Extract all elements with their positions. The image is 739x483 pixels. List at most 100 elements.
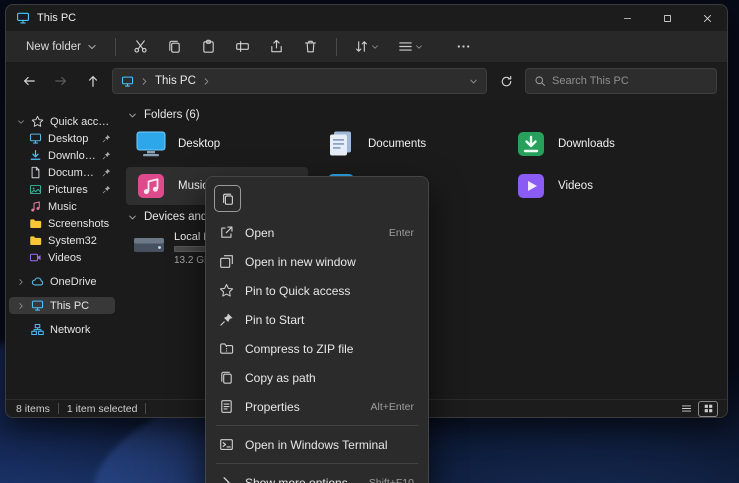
pin-icon [102,134,111,143]
hard-drive-icon [132,231,166,259]
context-menu-item-copy-as-path[interactable]: Copy as path [206,363,428,392]
menu-separator [216,425,418,426]
sidebar-item-label: Network [50,324,111,336]
details-view-button[interactable] [677,402,695,416]
command-bar: New folder [6,31,727,63]
star-icon [31,115,44,128]
new-folder-button[interactable]: New folder [18,37,105,57]
chevron-right-icon [140,77,149,86]
properties-icon [219,399,234,414]
context-menu-item-pin-to-start[interactable]: Pin to Start [206,305,428,334]
close-button[interactable] [687,5,727,31]
sidebar-item-label: Quick access [50,116,111,128]
menu-item-shortcut: Enter [389,227,414,239]
sidebar-item-documents[interactable]: Documents [9,164,115,181]
chevron-down-icon[interactable] [17,118,25,126]
monitor-icon [31,299,44,312]
chevron-right-icon[interactable] [17,302,25,310]
more-options-button[interactable] [449,35,479,59]
sidebar-item-label: Videos [48,252,111,264]
context-menu-item-show-more-options[interactable]: Show more options Shift+F10 [206,468,428,483]
context-menu-item-compress-to-zip[interactable]: Compress to ZIP file [206,334,428,363]
context-menu-item-pin-to-quick-access[interactable]: Pin to Quick access [206,276,428,305]
new-folder-label: New folder [26,41,81,53]
folder-tile-downloads[interactable]: Downloads [506,125,688,163]
chevron-right-icon[interactable] [17,278,25,286]
folder-tile-documents[interactable]: Documents [316,125,498,163]
status-separator [145,403,146,414]
sidebar-item-music[interactable]: Music [9,198,115,215]
address-dropdown-icon[interactable] [469,77,478,86]
sidebar-item-onedrive[interactable]: OneDrive [9,273,115,290]
rename-button[interactable] [228,35,258,59]
document-icon [29,166,42,179]
breadcrumb[interactable]: This PC [155,75,196,87]
folder-name: Music [178,180,208,192]
folder-tile-desktop[interactable]: Desktop [126,125,308,163]
sidebar-item-videos[interactable]: Videos [9,249,115,266]
context-menu-item-open-in-new-window[interactable]: Open in new window [206,247,428,276]
new-window-icon [219,254,234,269]
pin-icon [102,168,111,177]
icons-view-button[interactable] [699,402,717,416]
share-button[interactable] [262,35,292,59]
sidebar-item-this-pc[interactable]: This PC [9,297,115,314]
cut-icon [133,39,148,54]
minimize-button[interactable] [607,5,647,31]
context-menu-item-open-in-windows-terminal[interactable]: Open in Windows Terminal [206,430,428,459]
pin-icon [219,283,234,298]
toolbar-separator [336,38,337,56]
pin-icon [102,185,111,194]
menu-item-label: Open in new window [245,255,403,269]
sidebar-item-system32[interactable]: System32 [9,232,115,249]
arrow-up-icon [86,74,100,88]
view-button[interactable] [391,35,431,59]
chevron-down-icon [128,111,137,120]
show-more-icon [219,475,234,483]
list-view-icon [681,403,692,414]
forward-button[interactable] [48,68,74,94]
documents-icon [324,130,358,158]
this-pc-icon [121,75,134,88]
arrow-right-icon [54,74,68,88]
sidebar-item-label: Screenshots [48,218,111,230]
monitor-icon [29,132,42,145]
sidebar-item-downloads[interactable]: Downloads [9,147,115,164]
cut-button[interactable] [126,35,156,59]
address-bar[interactable]: This PC [112,68,487,94]
music-note-icon [29,200,42,213]
sidebar-item-screenshots[interactable]: Screenshots [9,215,115,232]
copy-path-icon [219,370,234,385]
view-icon [398,39,413,54]
delete-button[interactable] [296,35,326,59]
copy-button[interactable] [160,35,190,59]
copy-button[interactable] [214,185,241,212]
desktop-icon [134,130,168,158]
folder-tile-videos[interactable]: Videos [506,167,688,205]
search-box [525,68,717,94]
sidebar-item-label: System32 [48,235,111,247]
grid-view-icon [703,403,714,414]
trash-icon [303,39,318,54]
paste-button[interactable] [194,35,224,59]
sidebar-item-label: Pictures [48,184,96,196]
up-button[interactable] [80,68,106,94]
terminal-icon [219,437,234,452]
sort-button[interactable] [347,35,387,59]
sidebar-item-quick-access[interactable]: Quick access [9,113,115,130]
refresh-button[interactable] [493,68,519,94]
chevron-down-icon [371,43,379,51]
context-menu-item-open[interactable]: Open Enter [206,218,428,247]
sidebar-item-desktop[interactable]: Desktop [9,130,115,147]
folders-section-header[interactable]: Folders (6) [128,109,200,121]
back-button[interactable] [16,68,42,94]
folder-icon [29,234,42,247]
titlebar[interactable]: This PC [6,5,727,31]
maximize-button[interactable] [647,5,687,31]
context-menu-item-properties[interactable]: Properties Alt+Enter [206,392,428,421]
sidebar-item-network[interactable]: Network [9,321,115,338]
menu-item-shortcut: Shift+F10 [369,477,414,483]
search-input[interactable] [552,75,708,87]
sidebar-item-pictures[interactable]: Pictures [9,181,115,198]
rename-icon [235,39,250,54]
